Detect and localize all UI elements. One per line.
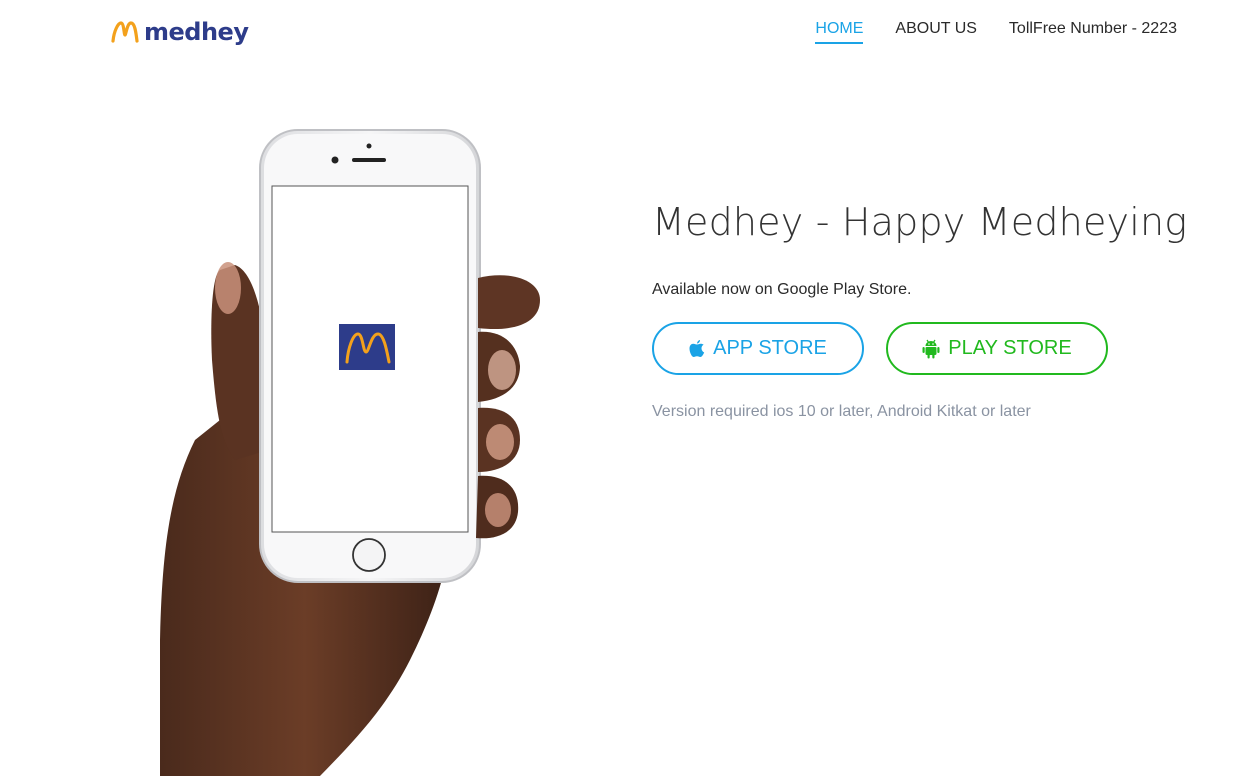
main-nav: HOME ABOUT US TollFree Number - 2223 [815, 20, 1177, 44]
logo-text: medhey [144, 18, 249, 46]
nav-about-us[interactable]: ABOUT US [895, 20, 977, 42]
android-icon [922, 339, 940, 359]
hand-holding-phone-image [160, 129, 540, 776]
app-store-button[interactable]: APP STORE [652, 322, 864, 375]
hero-subtitle: Available now on Google Play Store. [652, 281, 912, 298]
brand-logo[interactable]: medhey [110, 14, 249, 50]
medhey-app-icon [339, 324, 395, 370]
play-store-label: PLAY STORE [948, 337, 1072, 359]
play-store-button[interactable]: PLAY STORE [886, 322, 1108, 375]
app-store-label: APP STORE [713, 337, 827, 359]
version-requirement-note: Version required ios 10 or later, Androi… [652, 403, 1031, 420]
landing-page: medhey HOME ABOUT US TollFree Number - 2… [0, 0, 1257, 776]
medhey-m-logo-icon [111, 21, 139, 43]
apple-icon [689, 339, 705, 358]
hero-title: Medhey - Happy Medheying [652, 200, 1188, 244]
nav-tollfree-number[interactable]: TollFree Number - 2223 [1009, 20, 1177, 42]
nav-home[interactable]: HOME [815, 20, 864, 44]
